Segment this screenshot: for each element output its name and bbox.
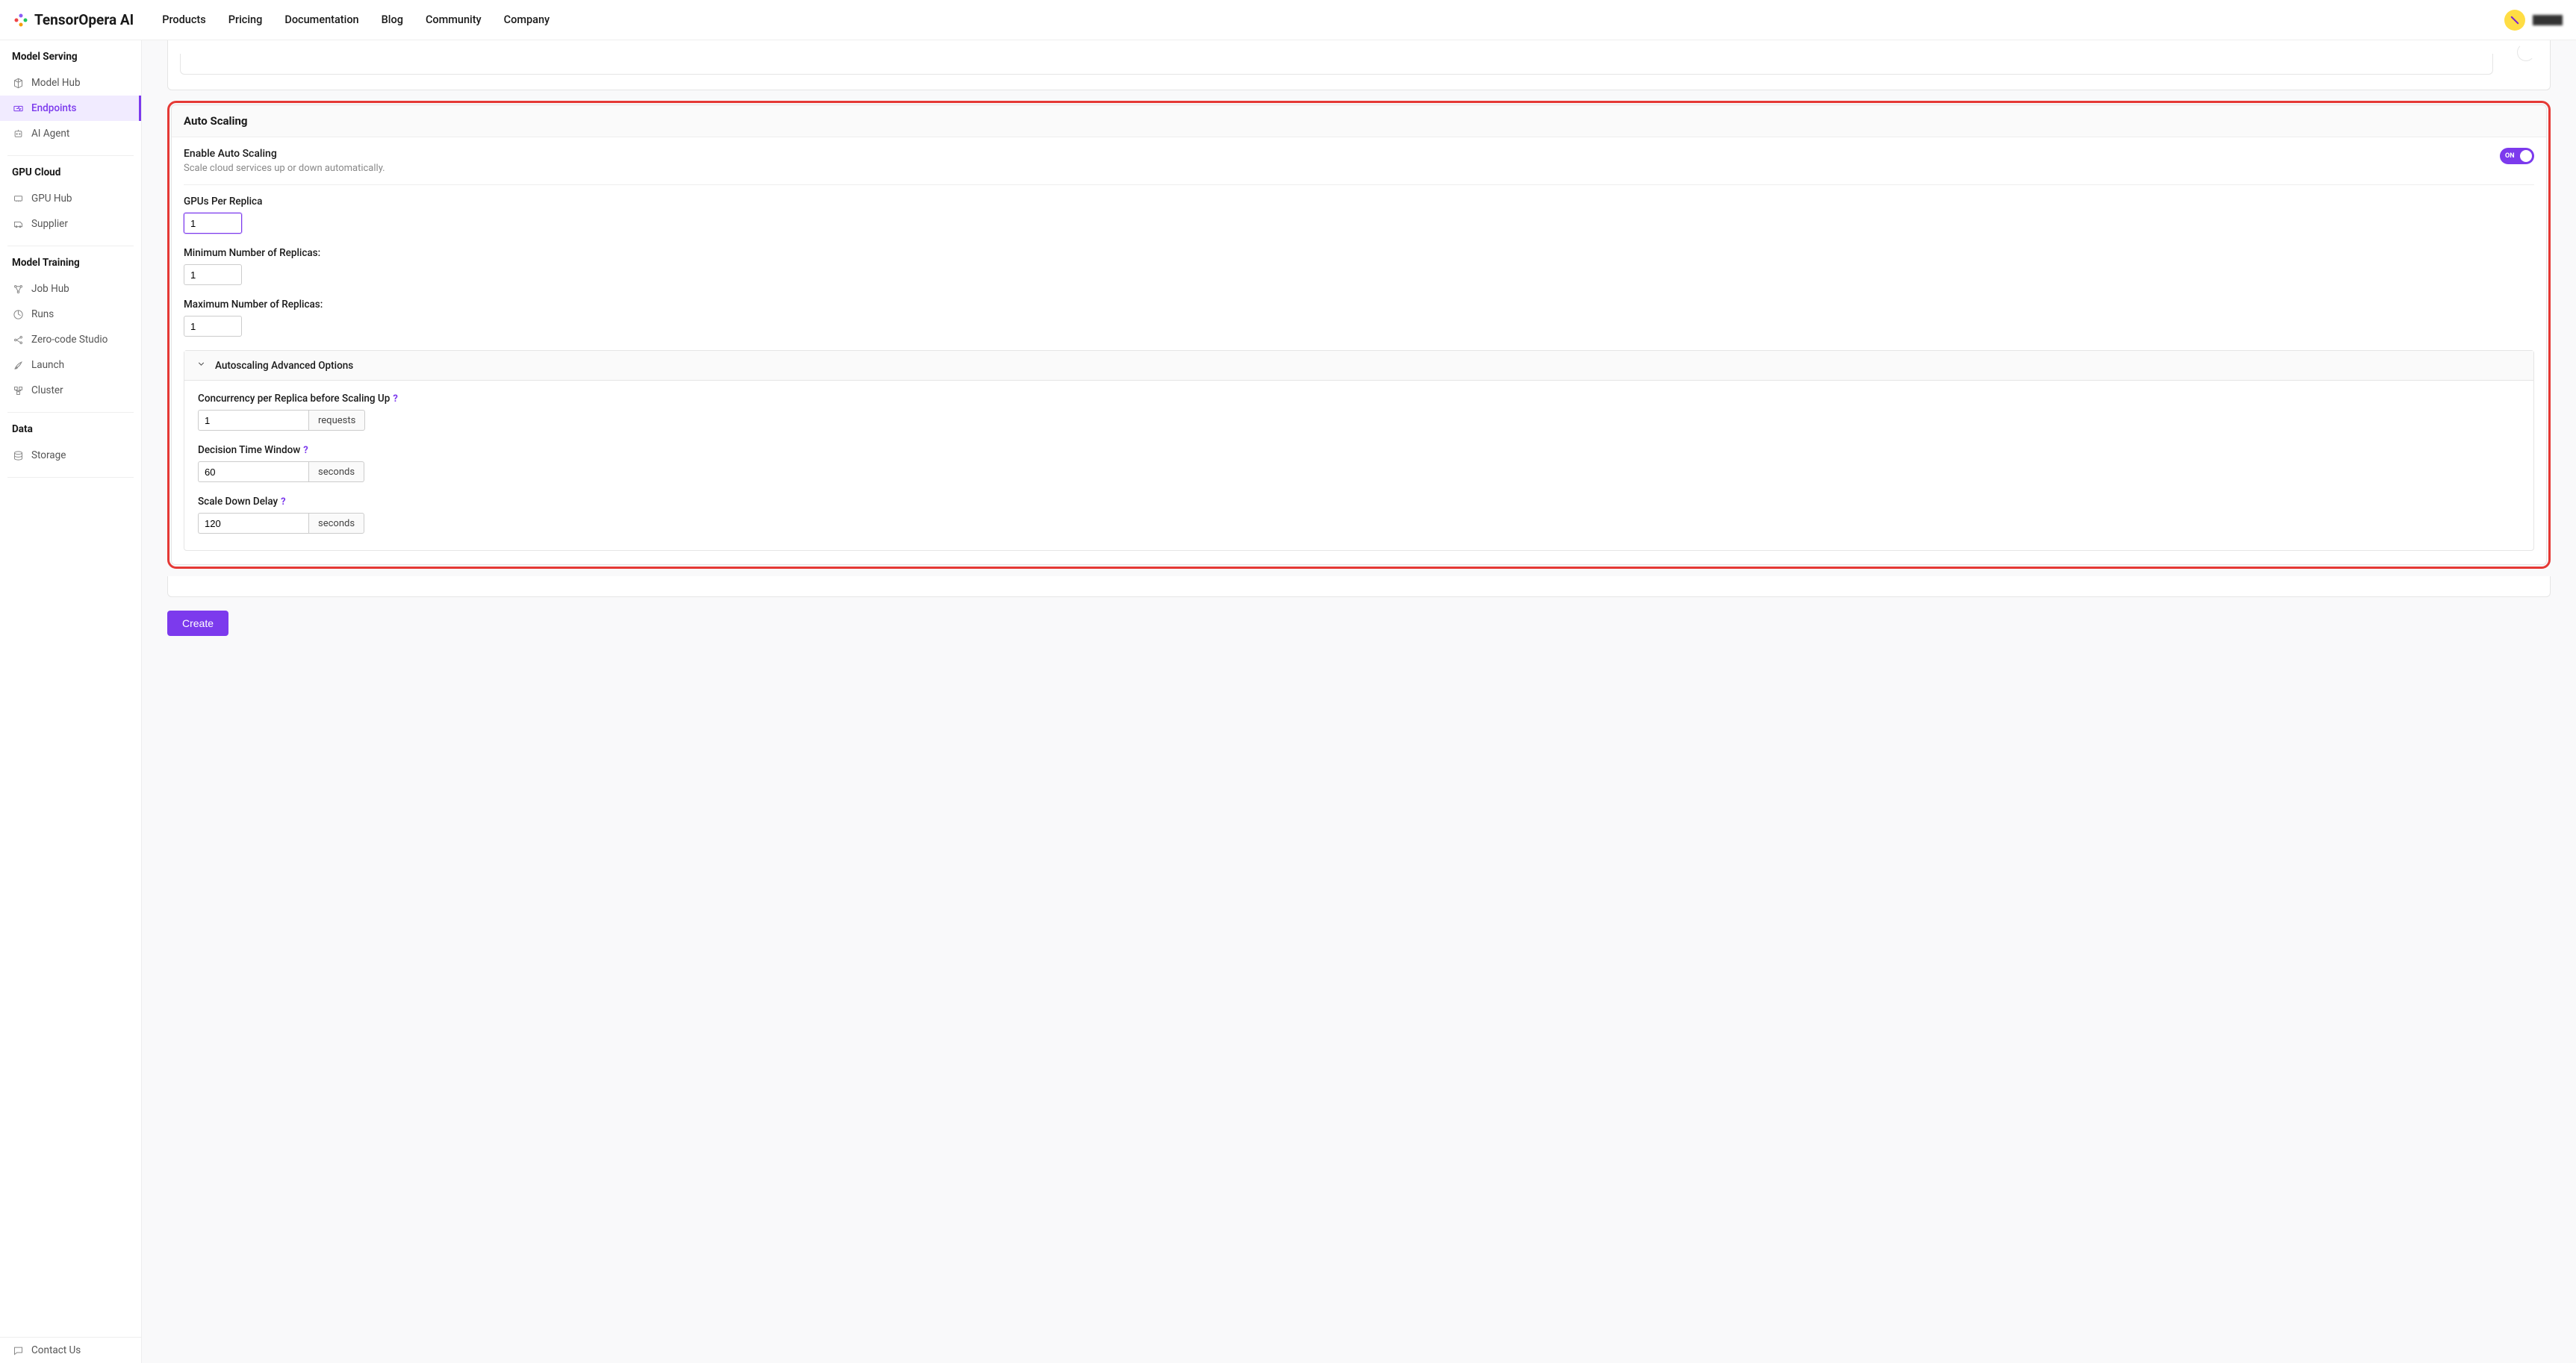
min-replicas-label: Minimum Number of Replicas: [184,247,2534,259]
topnav: Products Pricing Documentation Blog Comm… [162,13,550,26]
sidebar-item-ai-agent[interactable]: AI Agent [0,121,141,146]
storage-icon [12,449,24,461]
endpoint-icon [12,102,24,114]
advanced-options-panel: Autoscaling Advanced Options Concurrency… [184,350,2534,551]
next-card-stub [167,576,2551,597]
sidebar-item-endpoints[interactable]: Endpoints [0,96,141,121]
scale-down-delay-label: Scale Down Delay [198,496,278,508]
job-icon [12,283,24,295]
decision-window-label: Decision Time Window [198,444,300,456]
min-replicas-input[interactable] [184,264,242,285]
agent-icon [12,128,24,140]
sidebar-item-gpu-hub[interactable]: GPU Hub [0,186,141,211]
cube-icon [12,77,24,89]
brand-text: TensorOpera AI [34,11,134,28]
enable-auto-scaling-toggle[interactable]: ON [2500,148,2534,164]
concurrency-label: Concurrency per Replica before Scaling U… [198,393,390,405]
previous-card-stub [167,40,2551,90]
chevron-down-icon [196,359,206,372]
sidebar-heading-model-training: Model Training [0,246,141,276]
sidebar-item-label: Cluster [31,384,63,396]
topnav-company[interactable]: Company [504,13,550,26]
sidebar-item-label: Model Hub [31,77,81,89]
create-button[interactable]: Create [167,611,228,636]
enable-label: Enable Auto Scaling [184,148,385,160]
decision-window-unit: seconds [308,461,364,482]
avatar[interactable] [2504,10,2525,31]
toggle-knob [2520,150,2532,162]
sidebar-item-launch[interactable]: Launch [0,352,141,378]
sidebar-item-label: AI Agent [31,128,69,140]
brand[interactable]: TensorOpera AI [13,11,134,28]
main-content: Auto Scaling Enable Auto Scaling Scale c… [142,40,2576,1363]
sidebar-item-label: Launch [31,359,64,371]
sidebar-item-label: Job Hub [31,283,69,295]
max-replicas-input[interactable] [184,316,242,337]
user-name-redacted [2533,15,2563,25]
sidebar-item-supplier[interactable]: Supplier [0,211,141,237]
sidebar-item-zero-code-studio[interactable]: Zero-code Studio [0,327,141,352]
concurrency-input[interactable] [198,410,308,431]
sidebar-item-label: GPU Hub [31,193,72,205]
topnav-documentation[interactable]: Documentation [284,13,358,26]
auto-scaling-highlight: Auto Scaling Enable Auto Scaling Scale c… [167,101,2551,569]
sidebar-item-label: Endpoints [31,102,76,114]
scale-down-delay-unit: seconds [308,513,364,534]
sidebar-item-label: Storage [31,449,66,461]
topnav-products[interactable]: Products [162,13,206,26]
topbar-right [2504,10,2563,31]
gpus-per-replica-label: GPUs Per Replica [184,196,2534,208]
toggle-state-text: ON [2505,152,2515,160]
sidebar-item-job-hub[interactable]: Job Hub [0,276,141,302]
sidebar-item-label: Runs [31,308,54,320]
sidebar-item-label: Supplier [31,218,68,230]
gpu-icon [12,193,24,205]
topnav-pricing[interactable]: Pricing [228,13,263,26]
enable-auto-scaling-row: Enable Auto Scaling Scale cloud services… [184,148,2534,185]
runs-icon [12,308,24,320]
advanced-options-title: Autoscaling Advanced Options [215,360,353,372]
topnav-blog[interactable]: Blog [382,13,403,26]
sidebar-item-label: Contact Us [31,1344,81,1356]
scale-down-delay-help-icon[interactable]: ? [281,496,285,508]
sidebar-heading-data: Data [0,413,141,443]
sidebar-item-label: Zero-code Studio [31,334,108,346]
sidebar-item-storage[interactable]: Storage [0,443,141,468]
concurrency-unit: requests [308,410,365,431]
topbar: TensorOpera AI Products Pricing Document… [0,0,2576,40]
decision-window-help-icon[interactable]: ? [303,445,308,456]
launch-icon [12,359,24,371]
enable-sublabel: Scale cloud services up or down automati… [184,163,385,174]
auto-scaling-card: Auto Scaling Enable Auto Scaling Scale c… [171,105,2547,565]
chat-icon [12,1344,24,1356]
advanced-options-toggle[interactable]: Autoscaling Advanced Options [184,351,2533,381]
sidebar-item-runs[interactable]: Runs [0,302,141,327]
sidebar-item-contact-us[interactable]: Contact Us [0,1338,141,1363]
max-replicas-label: Maximum Number of Replicas: [184,299,2534,311]
sidebar-heading-gpu-cloud: GPU Cloud [0,156,141,186]
card-title: Auto Scaling [172,105,2546,137]
sidebar-item-cluster[interactable]: Cluster [0,378,141,403]
topnav-community[interactable]: Community [426,13,482,26]
gpus-per-replica-input[interactable] [184,213,242,234]
sidebar-heading-model-serving: Model Serving [0,40,141,70]
supplier-icon [12,218,24,230]
sidebar-item-model-hub[interactable]: Model Hub [0,70,141,96]
cluster-icon [12,384,24,396]
scale-down-delay-input[interactable] [198,513,308,534]
concurrency-help-icon[interactable]: ? [393,393,397,405]
brand-logo-icon [13,13,28,28]
studio-icon [12,334,24,346]
sidebar: Model Serving Model Hub Endpoints AI Age… [0,40,142,1363]
decision-window-input[interactable] [198,461,308,482]
